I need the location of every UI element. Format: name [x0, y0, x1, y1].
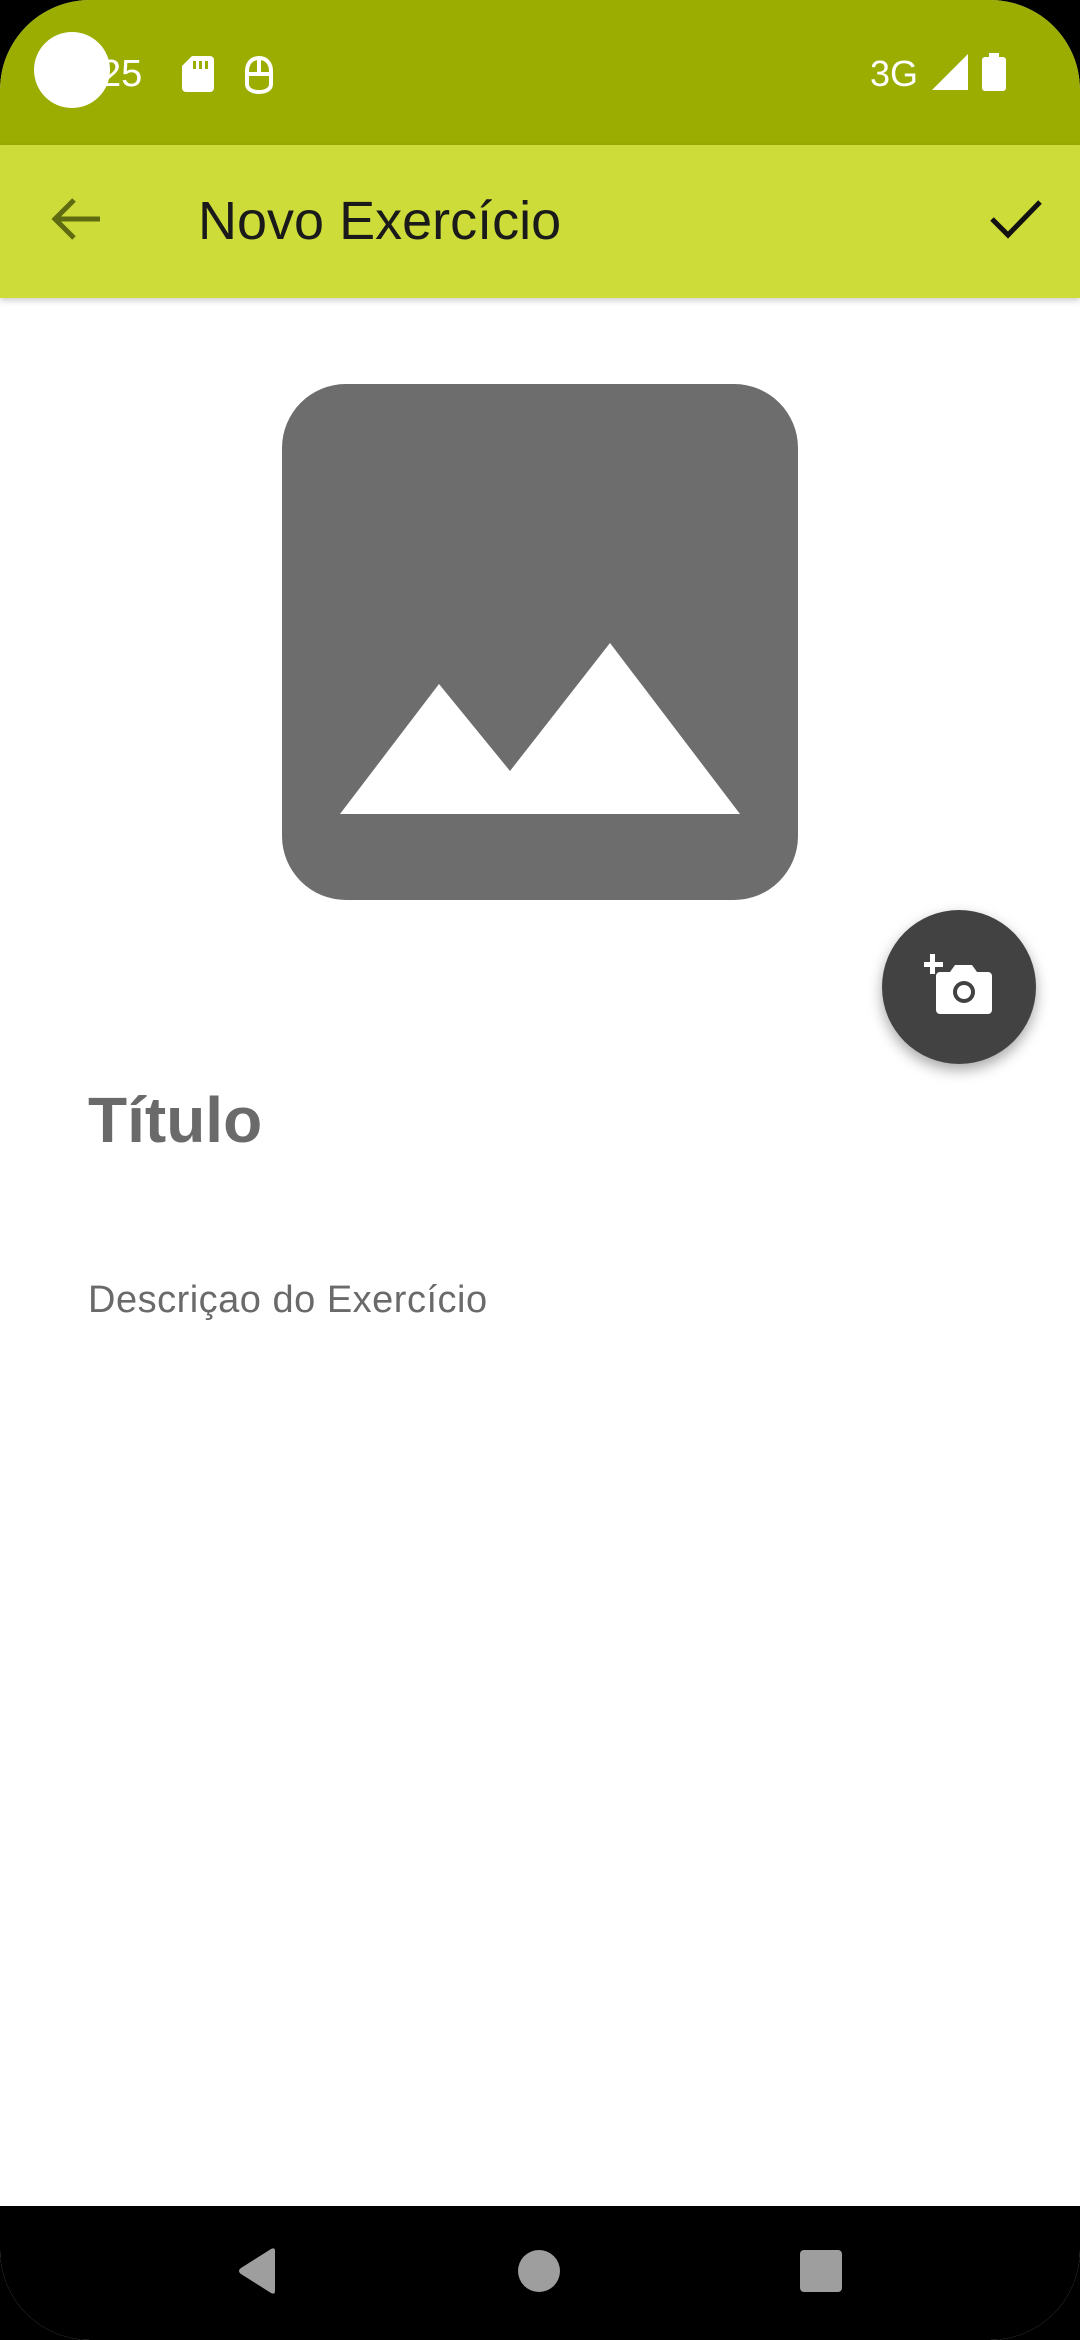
check-icon	[989, 198, 1043, 245]
add-photo-button[interactable]	[882, 910, 1036, 1064]
battery-icon	[982, 52, 1006, 96]
page-title: Novo Exercício	[198, 191, 562, 251]
add-a-photo-icon	[922, 953, 994, 1021]
exercise-image[interactable]	[282, 384, 798, 900]
save-button[interactable]	[966, 171, 1066, 271]
app-bar: Novo Exercício	[0, 145, 1080, 298]
nav-recents-button[interactable]	[776, 2228, 866, 2318]
screen: 25 3G Novo Exercício Título Descriçao do…	[0, 0, 1080, 2340]
description-input[interactable]: Descriçao do Exercício	[88, 1276, 488, 1324]
assistant-icon	[244, 55, 274, 99]
sd-card-icon	[182, 56, 214, 97]
title-input[interactable]: Título	[88, 1082, 262, 1158]
arrow-back-icon	[50, 197, 102, 246]
camera-cutout	[34, 32, 110, 108]
signal-icon	[932, 53, 968, 95]
nav-back-button[interactable]	[212, 2228, 302, 2318]
image-placeholder-icon	[340, 643, 740, 814]
status-right-group: 3G	[870, 52, 1006, 96]
navigation-bar	[0, 2206, 1080, 2340]
nav-home-icon	[517, 2249, 561, 2298]
nav-back-icon	[235, 2247, 279, 2300]
back-button[interactable]	[26, 171, 126, 271]
status-bar: 25 3G	[0, 0, 1080, 145]
nav-home-button[interactable]	[494, 2228, 584, 2318]
network-type: 3G	[869, 53, 918, 94]
nav-recents-icon	[799, 2249, 843, 2298]
